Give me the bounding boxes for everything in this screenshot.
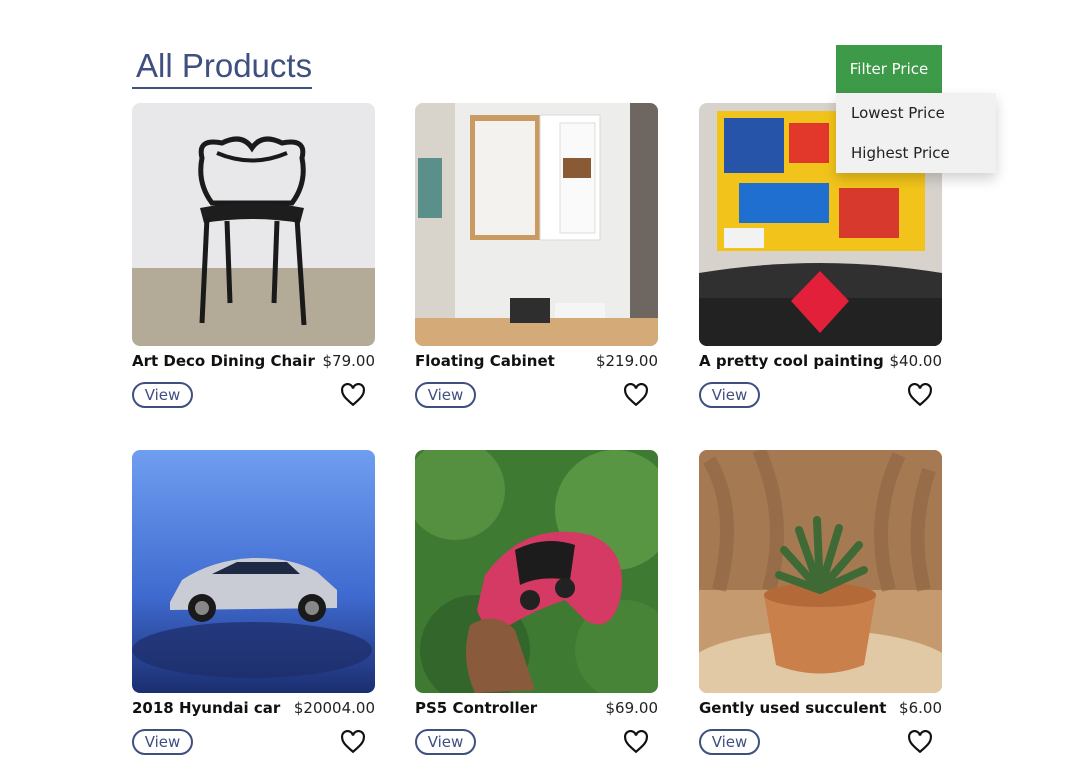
product-name: Floating Cabinet [415,352,555,370]
heart-icon[interactable] [340,383,366,407]
heart-icon[interactable] [340,730,366,754]
product-price: $79.00 [322,352,376,370]
product-name: PS5 Controller [415,699,538,717]
product-image-controller[interactable] [415,450,658,693]
heart-icon[interactable] [623,383,649,407]
product-name: Art Deco Dining Chair [132,352,315,370]
heart-icon[interactable] [623,730,649,754]
view-button[interactable]: View [699,382,760,408]
product-card: Art Deco Dining Chair $79.00 View [132,103,375,408]
product-price: $69.00 [605,699,659,717]
heart-icon[interactable] [907,730,933,754]
heart-icon[interactable] [907,383,933,407]
product-image-car[interactable] [132,450,375,693]
filter-price-dropdown: Lowest Price Highest Price [836,93,996,173]
product-price: $20004.00 [293,699,375,717]
product-name: Gently used succulent [699,699,887,717]
page-title: All Products [132,46,312,89]
product-card: Gently used succulent $6.00 View [699,450,942,755]
product-image-cabinet[interactable] [415,103,658,346]
filter-price-button[interactable]: Filter Price [836,45,942,93]
product-card: PS5 Controller $69.00 View [415,450,658,755]
product-name: A pretty cool painting [699,352,884,370]
product-card: Floating Cabinet $219.00 View [415,103,658,408]
product-price: $219.00 [595,352,658,370]
view-button[interactable]: View [415,729,476,755]
product-price: $40.00 [889,352,943,370]
product-image-chair[interactable] [132,103,375,346]
view-button[interactable]: View [132,729,193,755]
product-name: 2018 Hyundai car [132,699,281,717]
product-card: 2018 Hyundai car $20004.00 View [132,450,375,755]
filter-option-highest-price[interactable]: Highest Price [836,133,996,173]
view-button[interactable]: View [699,729,760,755]
filter-option-lowest-price[interactable]: Lowest Price [836,93,996,133]
product-price: $6.00 [899,699,942,717]
view-button[interactable]: View [132,382,193,408]
product-image-succulent[interactable] [699,450,942,693]
view-button[interactable]: View [415,382,476,408]
